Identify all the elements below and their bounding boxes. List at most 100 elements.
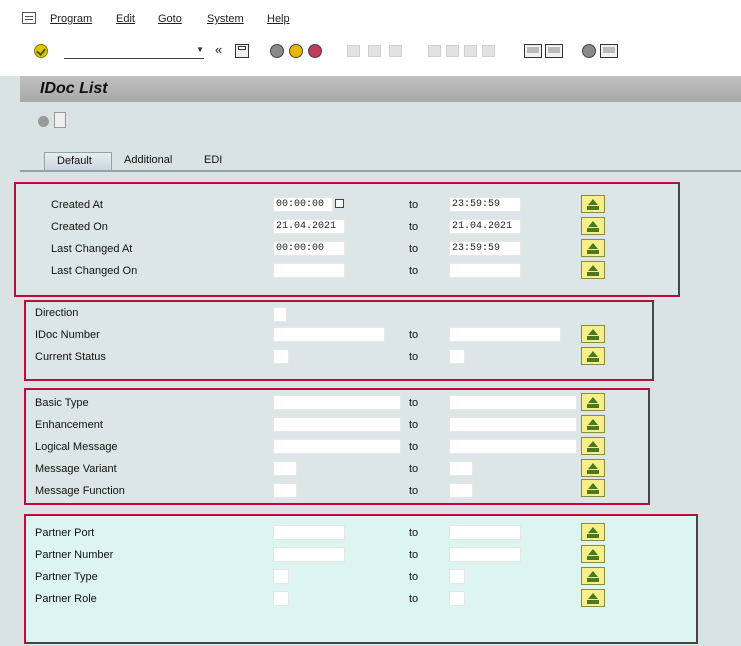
label-to: to bbox=[409, 463, 419, 475]
enter-icon[interactable] bbox=[34, 44, 48, 58]
logical-message-to-field[interactable] bbox=[449, 439, 577, 454]
row-last-changed-on: Last Changed On to bbox=[15, 261, 679, 283]
partner-type-from-field[interactable] bbox=[273, 569, 289, 584]
group-partner: Partner Port to Partner Number to Partne… bbox=[24, 514, 698, 644]
multiple-selection-button[interactable] bbox=[581, 195, 605, 213]
partner-port-to-field[interactable] bbox=[449, 525, 521, 540]
label-partner-type: Partner Type bbox=[35, 571, 98, 583]
label-partner-role: Partner Role bbox=[35, 593, 97, 605]
menu-system[interactable]: System bbox=[207, 13, 244, 25]
chevron-down-icon[interactable]: ▼ bbox=[196, 45, 204, 54]
label-created-at: Created At bbox=[51, 199, 103, 211]
collapse-command-icon[interactable]: « bbox=[215, 42, 222, 57]
multiple-selection-button[interactable] bbox=[581, 459, 605, 477]
back-icon[interactable] bbox=[270, 44, 284, 58]
label-to: to bbox=[409, 571, 419, 583]
exit-icon[interactable] bbox=[289, 44, 303, 58]
group-idoc: Direction IDoc Number to Current Status … bbox=[24, 300, 654, 381]
created-on-from-field[interactable]: 21.04.2021 bbox=[273, 219, 345, 234]
message-function-to-field[interactable] bbox=[449, 483, 473, 498]
multiple-selection-button[interactable] bbox=[581, 415, 605, 433]
row-message-variant: Message Variant to bbox=[25, 459, 649, 481]
label-to: to bbox=[409, 243, 419, 255]
multiple-selection-button[interactable] bbox=[581, 479, 605, 497]
label-to: to bbox=[409, 441, 419, 453]
label-enhancement: Enhancement bbox=[35, 419, 103, 431]
tab-additional[interactable]: Additional bbox=[124, 152, 172, 172]
last-changed-at-from-field[interactable]: 00:00:00 bbox=[273, 241, 345, 256]
message-variant-to-field[interactable] bbox=[449, 461, 473, 476]
multiple-selection-button[interactable] bbox=[581, 523, 605, 541]
tab-default[interactable]: Default bbox=[44, 152, 112, 170]
label-to: to bbox=[409, 593, 419, 605]
title-bar: IDoc List bbox=[20, 76, 741, 102]
menu-edit[interactable]: Edit bbox=[116, 13, 135, 25]
menu-help[interactable]: Help bbox=[267, 13, 290, 25]
enhancement-from-field[interactable] bbox=[273, 417, 401, 432]
multiple-selection-button[interactable] bbox=[581, 325, 605, 343]
multiple-selection-checkbox[interactable] bbox=[335, 199, 344, 208]
shortcut-icon[interactable] bbox=[545, 44, 563, 58]
get-variant-icon[interactable] bbox=[38, 116, 49, 127]
next-page-icon bbox=[464, 45, 477, 57]
menu-goto[interactable]: Goto bbox=[158, 13, 182, 25]
label-idoc-number: IDoc Number bbox=[35, 329, 100, 341]
row-basic-type: Basic Type to bbox=[25, 393, 649, 415]
label-created-on: Created On bbox=[51, 221, 108, 233]
multiple-selection-button[interactable] bbox=[581, 567, 605, 585]
label-basic-type: Basic Type bbox=[35, 397, 89, 409]
multiple-selection-button[interactable] bbox=[581, 545, 605, 563]
last-page-icon bbox=[482, 45, 495, 57]
partner-port-from-field[interactable] bbox=[273, 525, 345, 540]
system-toolbar: ▼ « bbox=[0, 40, 741, 76]
label-direction: Direction bbox=[35, 307, 79, 319]
help-icon[interactable] bbox=[582, 44, 596, 58]
multiple-selection-button[interactable] bbox=[581, 217, 605, 235]
menu-program[interactable]: Program bbox=[50, 13, 92, 25]
message-function-from-field[interactable] bbox=[273, 483, 297, 498]
message-variant-from-field[interactable] bbox=[273, 461, 297, 476]
partner-type-to-field[interactable] bbox=[449, 569, 465, 584]
menu-bar: Program Edit Goto System Help bbox=[0, 0, 741, 40]
created-at-to-field[interactable]: 23:59:59 bbox=[449, 197, 521, 212]
layout-icon[interactable] bbox=[600, 44, 618, 58]
row-current-status: Current Status to bbox=[25, 347, 653, 369]
row-enhancement: Enhancement to bbox=[25, 415, 649, 437]
last-changed-on-from-field[interactable] bbox=[273, 263, 345, 278]
save-icon[interactable] bbox=[235, 44, 249, 58]
label-to: to bbox=[409, 527, 419, 539]
enhancement-to-field[interactable] bbox=[449, 417, 577, 432]
multiple-selection-button[interactable] bbox=[581, 239, 605, 257]
basic-type-from-field[interactable] bbox=[273, 395, 401, 410]
partner-number-to-field[interactable] bbox=[449, 547, 521, 562]
current-status-from-field[interactable] bbox=[273, 349, 289, 364]
command-field[interactable]: ▼ bbox=[64, 44, 204, 59]
partner-number-from-field[interactable] bbox=[273, 547, 345, 562]
created-on-to-field[interactable]: 21.04.2021 bbox=[449, 219, 521, 234]
idoc-number-from-field[interactable] bbox=[273, 327, 385, 342]
tab-edi[interactable]: EDI bbox=[204, 152, 222, 172]
group-message: Basic Type to Enhancement to Logical Mes… bbox=[24, 388, 650, 505]
multiple-selection-button[interactable] bbox=[581, 589, 605, 607]
label-last-changed-on: Last Changed On bbox=[51, 265, 138, 277]
label-to: to bbox=[409, 419, 419, 431]
direction-field[interactable] bbox=[273, 307, 287, 322]
partner-role-to-field[interactable] bbox=[449, 591, 465, 606]
multiple-selection-button[interactable] bbox=[581, 393, 605, 411]
created-at-from-field[interactable]: 00:00:00 bbox=[273, 197, 333, 212]
execute-icon[interactable] bbox=[54, 112, 66, 128]
new-session-icon[interactable] bbox=[524, 44, 542, 58]
basic-type-to-field[interactable] bbox=[449, 395, 577, 410]
multiple-selection-button[interactable] bbox=[581, 347, 605, 365]
idoc-number-to-field[interactable] bbox=[449, 327, 561, 342]
last-changed-on-to-field[interactable] bbox=[449, 263, 521, 278]
multiple-selection-button[interactable] bbox=[581, 437, 605, 455]
last-changed-at-to-field[interactable]: 23:59:59 bbox=[449, 241, 521, 256]
partner-role-from-field[interactable] bbox=[273, 591, 289, 606]
menu-icon[interactable] bbox=[22, 12, 36, 24]
label-message-function: Message Function bbox=[35, 485, 125, 497]
current-status-to-field[interactable] bbox=[449, 349, 465, 364]
multiple-selection-button[interactable] bbox=[581, 261, 605, 279]
logical-message-from-field[interactable] bbox=[273, 439, 401, 454]
cancel-icon[interactable] bbox=[308, 44, 322, 58]
